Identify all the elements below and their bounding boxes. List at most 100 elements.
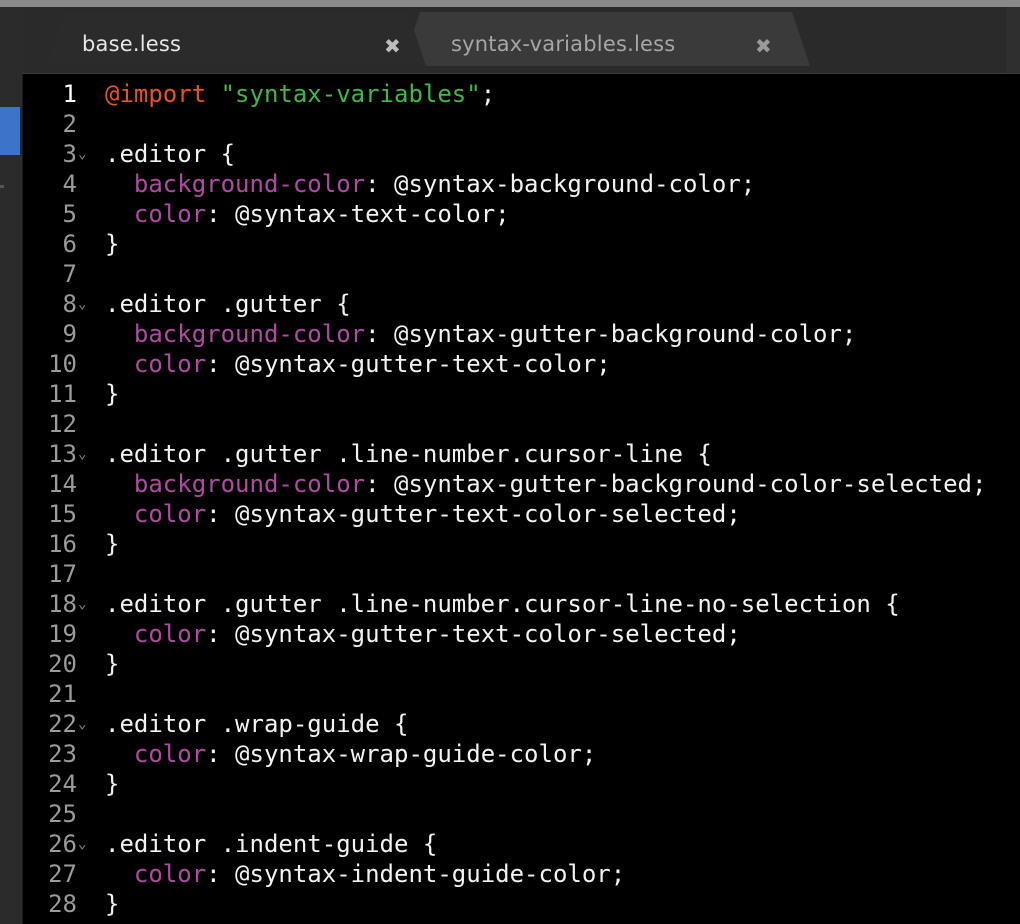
code-line[interactable]: 16} <box>23 529 1020 559</box>
line-number: 23 <box>48 740 77 768</box>
title-strip <box>0 0 1020 7</box>
code-line[interactable]: 7 <box>23 259 1020 289</box>
code-text: } <box>105 769 119 799</box>
code-line[interactable]: 2 <box>23 109 1020 139</box>
code-line[interactable]: 17 <box>23 559 1020 589</box>
code-token: : @syntax-background-color; <box>365 170 756 198</box>
code-token: ; <box>480 80 496 108</box>
chevron-down-icon[interactable]: ⌄ <box>78 289 86 319</box>
close-icon[interactable]: ✖ <box>384 34 401 58</box>
code-text: .editor { <box>105 139 235 169</box>
code-line[interactable]: 25 <box>23 799 1020 829</box>
code-line[interactable]: 14 background-color: @syntax-gutter-back… <box>23 469 1020 499</box>
close-icon[interactable]: ✖ <box>755 34 772 58</box>
line-number: 15 <box>48 500 77 528</box>
code-line[interactable]: 3 ⌄ .editor { <box>23 139 1020 169</box>
line-number: 7 <box>62 260 77 288</box>
code-token: : @syntax-gutter-text-color; <box>206 350 611 378</box>
code-token: color <box>133 860 207 888</box>
tab-bar-edge <box>1006 7 1020 73</box>
line-number: 18 <box>48 590 77 618</box>
chevron-down-icon[interactable]: ⌄ <box>78 589 86 619</box>
code-token: .editor { <box>105 140 236 168</box>
code-line[interactable]: 22 ⌄ .editor .wrap-guide { <box>23 709 1020 739</box>
code-text: background-color: @syntax-background-col… <box>105 169 755 199</box>
code-line[interactable]: 4 background-color: @syntax-background-c… <box>23 169 1020 199</box>
code-text: background-color: @syntax-gutter-backgro… <box>105 319 856 349</box>
chevron-down-icon[interactable]: ⌄ <box>78 439 86 469</box>
chevron-down-icon[interactable]: ⌄ <box>78 709 86 739</box>
code-text: color: @syntax-gutter-text-color-selecte… <box>105 619 741 649</box>
code-token: @import <box>105 80 207 108</box>
code-text: } <box>105 889 119 919</box>
line-number: 22 <box>48 710 77 738</box>
code-line[interactable]: 21 <box>23 679 1020 709</box>
code-token: color <box>133 350 207 378</box>
code-line[interactable]: 10 color: @syntax-gutter-text-color; <box>23 349 1020 379</box>
line-number: 28 <box>48 890 77 918</box>
line-number: 26 <box>48 830 77 858</box>
code-line[interactable]: 11} <box>23 379 1020 409</box>
code-text: color: @syntax-text-color; <box>105 199 510 229</box>
line-number: 21 <box>48 680 77 708</box>
tree-view-panel[interactable] <box>0 7 23 924</box>
code-line[interactable]: 23 color: @syntax-wrap-guide-color; <box>23 739 1020 769</box>
line-number: 13 <box>48 440 77 468</box>
code-line[interactable]: 1 @import "syntax-variables"; <box>23 79 1020 109</box>
code-token: } <box>105 890 120 918</box>
code-editor[interactable]: 1 @import "syntax-variables"; 2 3 ⌄ .editor {… <box>23 74 1020 924</box>
code-text: .editor .indent-guide { <box>105 829 437 859</box>
code-token: : @syntax-indent-guide-color; <box>206 860 626 888</box>
code-token: color <box>133 200 207 228</box>
tab-base-less-label[interactable]: base.less <box>82 32 181 56</box>
code-line[interactable]: 20} <box>23 649 1020 679</box>
code-token: } <box>105 650 120 678</box>
code-line[interactable]: 15 color: @syntax-gutter-text-color-sele… <box>23 499 1020 529</box>
line-number: 11 <box>48 380 77 408</box>
line-number: 1 <box>62 80 77 108</box>
code-token: background-color <box>133 170 366 198</box>
code-text: } <box>105 649 119 679</box>
tree-selection-marker[interactable] <box>0 107 20 155</box>
code-text: } <box>105 529 119 559</box>
code-token: .editor .gutter .line-number.cursor-line… <box>105 440 712 468</box>
line-number: 25 <box>48 800 77 828</box>
code-line[interactable]: 26 ⌄ .editor .indent-guide { <box>23 829 1020 859</box>
code-token: : @syntax-gutter-text-color-selected; <box>206 500 741 528</box>
code-line[interactable]: 19 color: @syntax-gutter-text-color-sele… <box>23 619 1020 649</box>
code-line[interactable]: 28} <box>23 889 1020 919</box>
line-number: 27 <box>48 860 77 888</box>
code-text: } <box>105 379 119 409</box>
code-token: background-color <box>133 320 366 348</box>
line-number: 3 <box>62 140 77 168</box>
code-line[interactable]: 27 color: @syntax-indent-guide-color; <box>23 859 1020 889</box>
code-line[interactable]: 6} <box>23 229 1020 259</box>
code-token: : @syntax-gutter-text-color-selected; <box>206 620 741 648</box>
line-number: 14 <box>48 470 77 498</box>
code-text: @import "syntax-variables"; <box>105 79 495 109</box>
tab-syntax-variables-label[interactable]: syntax-variables.less <box>451 32 675 56</box>
code-line[interactable]: 8 ⌄ .editor .gutter { <box>23 289 1020 319</box>
code-line[interactable]: 13 ⌄ .editor .gutter .line-number.cursor-l… <box>23 439 1020 469</box>
code-line[interactable]: 9 background-color: @syntax-gutter-backg… <box>23 319 1020 349</box>
line-number: 2 <box>62 110 77 138</box>
line-number: 4 <box>62 170 77 198</box>
chevron-down-icon[interactable]: ⌄ <box>78 139 86 169</box>
code-text: .editor .wrap-guide { <box>105 709 408 739</box>
chevron-down-icon[interactable]: ⌄ <box>78 829 86 859</box>
code-token: } <box>105 530 120 558</box>
code-line[interactable]: 18 ⌄ .editor .gutter .line-number.cursor-l… <box>23 589 1020 619</box>
code-text: color: @syntax-gutter-text-color; <box>105 349 611 379</box>
code-token: } <box>105 770 120 798</box>
line-number: 6 <box>62 230 77 258</box>
code-line[interactable]: 5 color: @syntax-text-color; <box>23 199 1020 229</box>
line-number: 12 <box>48 410 77 438</box>
code-line[interactable]: 24} <box>23 769 1020 799</box>
code-line[interactable]: 12 <box>23 409 1020 439</box>
